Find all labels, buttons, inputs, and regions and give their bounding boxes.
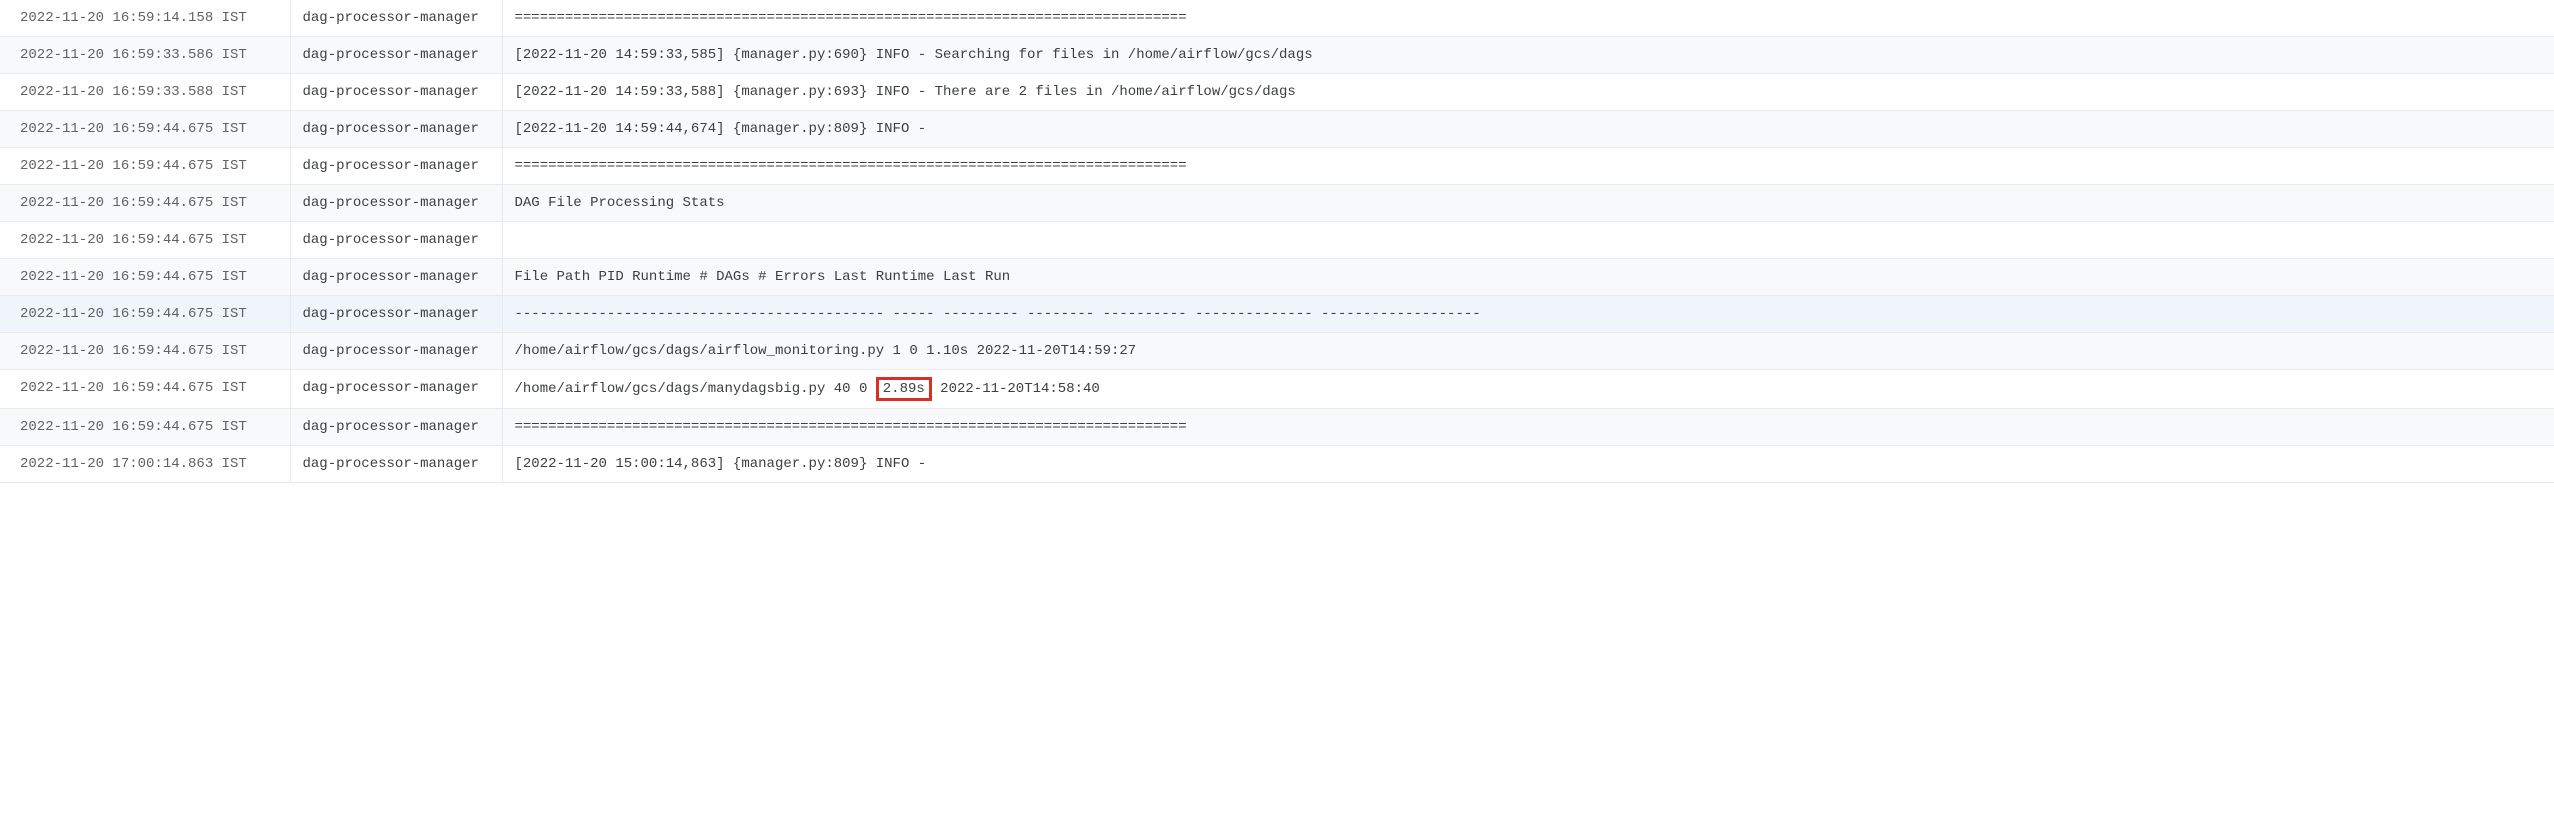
log-source: dag-processor-manager — [290, 370, 502, 409]
log-row[interactable]: 2022-11-20 16:59:44.675 ISTdag-processor… — [0, 333, 2554, 370]
log-source: dag-processor-manager — [290, 333, 502, 370]
log-row[interactable]: 2022-11-20 16:59:44.675 ISTdag-processor… — [0, 111, 2554, 148]
log-message: ========================================… — [502, 148, 2554, 185]
log-row[interactable]: 2022-11-20 16:59:14.158 ISTdag-processor… — [0, 0, 2554, 37]
log-row[interactable]: 2022-11-20 16:59:44.675 ISTdag-processor… — [0, 409, 2554, 446]
log-timestamp: 2022-11-20 16:59:44.675 IST — [0, 409, 290, 446]
log-message: File Path PID Runtime # DAGs # Errors La… — [502, 259, 2554, 296]
log-message — [502, 222, 2554, 259]
log-row[interactable]: 2022-11-20 16:59:44.675 ISTdag-processor… — [0, 148, 2554, 185]
log-source: dag-processor-manager — [290, 409, 502, 446]
log-source: dag-processor-manager — [290, 111, 502, 148]
log-timestamp: 2022-11-20 16:59:33.586 IST — [0, 37, 290, 74]
log-source: dag-processor-manager — [290, 446, 502, 483]
log-row[interactable]: 2022-11-20 16:59:33.588 ISTdag-processor… — [0, 74, 2554, 111]
log-timestamp: 2022-11-20 16:59:44.675 IST — [0, 333, 290, 370]
log-source: dag-processor-manager — [290, 259, 502, 296]
log-timestamp: 2022-11-20 16:59:33.588 IST — [0, 74, 290, 111]
log-message: ========================================… — [502, 0, 2554, 37]
log-row[interactable]: 2022-11-20 17:00:14.863 ISTdag-processor… — [0, 446, 2554, 483]
log-source: dag-processor-manager — [290, 74, 502, 111]
log-timestamp: 2022-11-20 16:59:44.675 IST — [0, 296, 290, 333]
log-message: ========================================… — [502, 409, 2554, 446]
highlight-box: 2.89s — [876, 377, 932, 401]
log-row[interactable]: 2022-11-20 16:59:44.675 ISTdag-processor… — [0, 222, 2554, 259]
log-table-body: 2022-11-20 16:59:14.158 ISTdag-processor… — [0, 0, 2554, 483]
log-timestamp: 2022-11-20 16:59:44.675 IST — [0, 222, 290, 259]
log-message: /home/airflow/gcs/dags/manydagsbig.py 40… — [502, 370, 2554, 409]
log-row[interactable]: 2022-11-20 16:59:44.675 ISTdag-processor… — [0, 296, 2554, 333]
log-timestamp: 2022-11-20 16:59:44.675 IST — [0, 259, 290, 296]
log-source: dag-processor-manager — [290, 148, 502, 185]
log-source: dag-processor-manager — [290, 296, 502, 333]
log-message-pre: /home/airflow/gcs/dags/manydagsbig.py 40… — [515, 381, 876, 397]
log-message-post: 2022-11-20T14:58:40 — [932, 381, 1100, 397]
log-row[interactable]: 2022-11-20 16:59:33.586 ISTdag-processor… — [0, 37, 2554, 74]
log-table: 2022-11-20 16:59:14.158 ISTdag-processor… — [0, 0, 2554, 483]
log-message: [2022-11-20 14:59:33,588] {manager.py:69… — [502, 74, 2554, 111]
log-source: dag-processor-manager — [290, 37, 502, 74]
log-timestamp: 2022-11-20 16:59:44.675 IST — [0, 370, 290, 409]
log-timestamp: 2022-11-20 16:59:44.675 IST — [0, 185, 290, 222]
log-message: /home/airflow/gcs/dags/airflow_monitorin… — [502, 333, 2554, 370]
log-row[interactable]: 2022-11-20 16:59:44.675 ISTdag-processor… — [0, 259, 2554, 296]
log-message: ----------------------------------------… — [502, 296, 2554, 333]
log-message: DAG File Processing Stats — [502, 185, 2554, 222]
log-source: dag-processor-manager — [290, 0, 502, 37]
log-message: [2022-11-20 15:00:14,863] {manager.py:80… — [502, 446, 2554, 483]
log-timestamp: 2022-11-20 17:00:14.863 IST — [0, 446, 290, 483]
log-row[interactable]: 2022-11-20 16:59:44.675 ISTdag-processor… — [0, 185, 2554, 222]
log-timestamp: 2022-11-20 16:59:14.158 IST — [0, 0, 290, 37]
log-row[interactable]: 2022-11-20 16:59:44.675 ISTdag-processor… — [0, 370, 2554, 409]
log-message: [2022-11-20 14:59:33,585] {manager.py:69… — [502, 37, 2554, 74]
log-source: dag-processor-manager — [290, 222, 502, 259]
log-message: [2022-11-20 14:59:44,674] {manager.py:80… — [502, 111, 2554, 148]
log-timestamp: 2022-11-20 16:59:44.675 IST — [0, 148, 290, 185]
log-timestamp: 2022-11-20 16:59:44.675 IST — [0, 111, 290, 148]
log-source: dag-processor-manager — [290, 185, 502, 222]
